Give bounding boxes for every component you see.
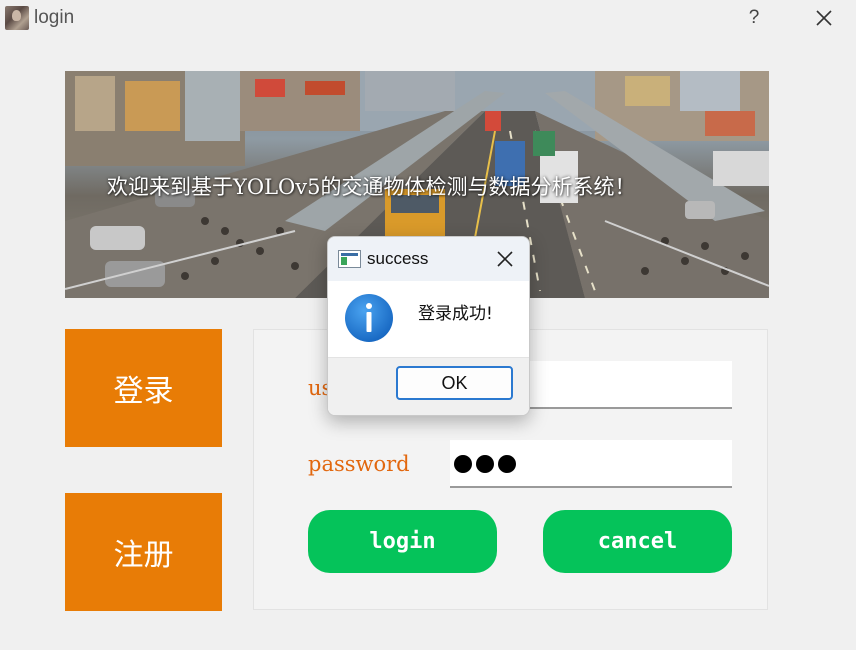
password-dot (498, 455, 516, 473)
ok-button[interactable]: OK (396, 366, 513, 400)
dialog-body: 登录成功! (328, 281, 529, 357)
dialog-titlebar: success (328, 237, 529, 281)
help-button[interactable]: ? (740, 4, 768, 32)
password-mask-dots (454, 453, 516, 475)
close-icon (816, 10, 832, 26)
app-avatar-icon (5, 6, 29, 30)
window-titlebar: login ? (0, 0, 856, 38)
password-dot (476, 455, 494, 473)
close-window-button[interactable] (810, 4, 838, 32)
side-login-button[interactable]: 登录 (65, 329, 222, 447)
dialog-message: 登录成功! (418, 304, 493, 324)
window-title: login (34, 7, 75, 28)
password-dot (454, 455, 472, 473)
dialog-footer: OK (328, 357, 529, 415)
dialog-close-button[interactable] (492, 246, 518, 272)
login-button[interactable]: login (308, 510, 497, 573)
password-label: password (308, 452, 410, 476)
side-register-button[interactable]: 注册 (65, 493, 222, 611)
close-icon (497, 251, 513, 267)
cancel-button[interactable]: cancel (543, 510, 732, 573)
banner-welcome-text: 欢迎来到基于YOLOv5的交通物体检测与数据分析系统！ (107, 175, 636, 199)
dialog-title: success (367, 249, 429, 268)
dialog-app-icon (338, 250, 361, 268)
success-dialog: success 登录成功! OK (327, 236, 530, 416)
info-icon (345, 294, 393, 342)
